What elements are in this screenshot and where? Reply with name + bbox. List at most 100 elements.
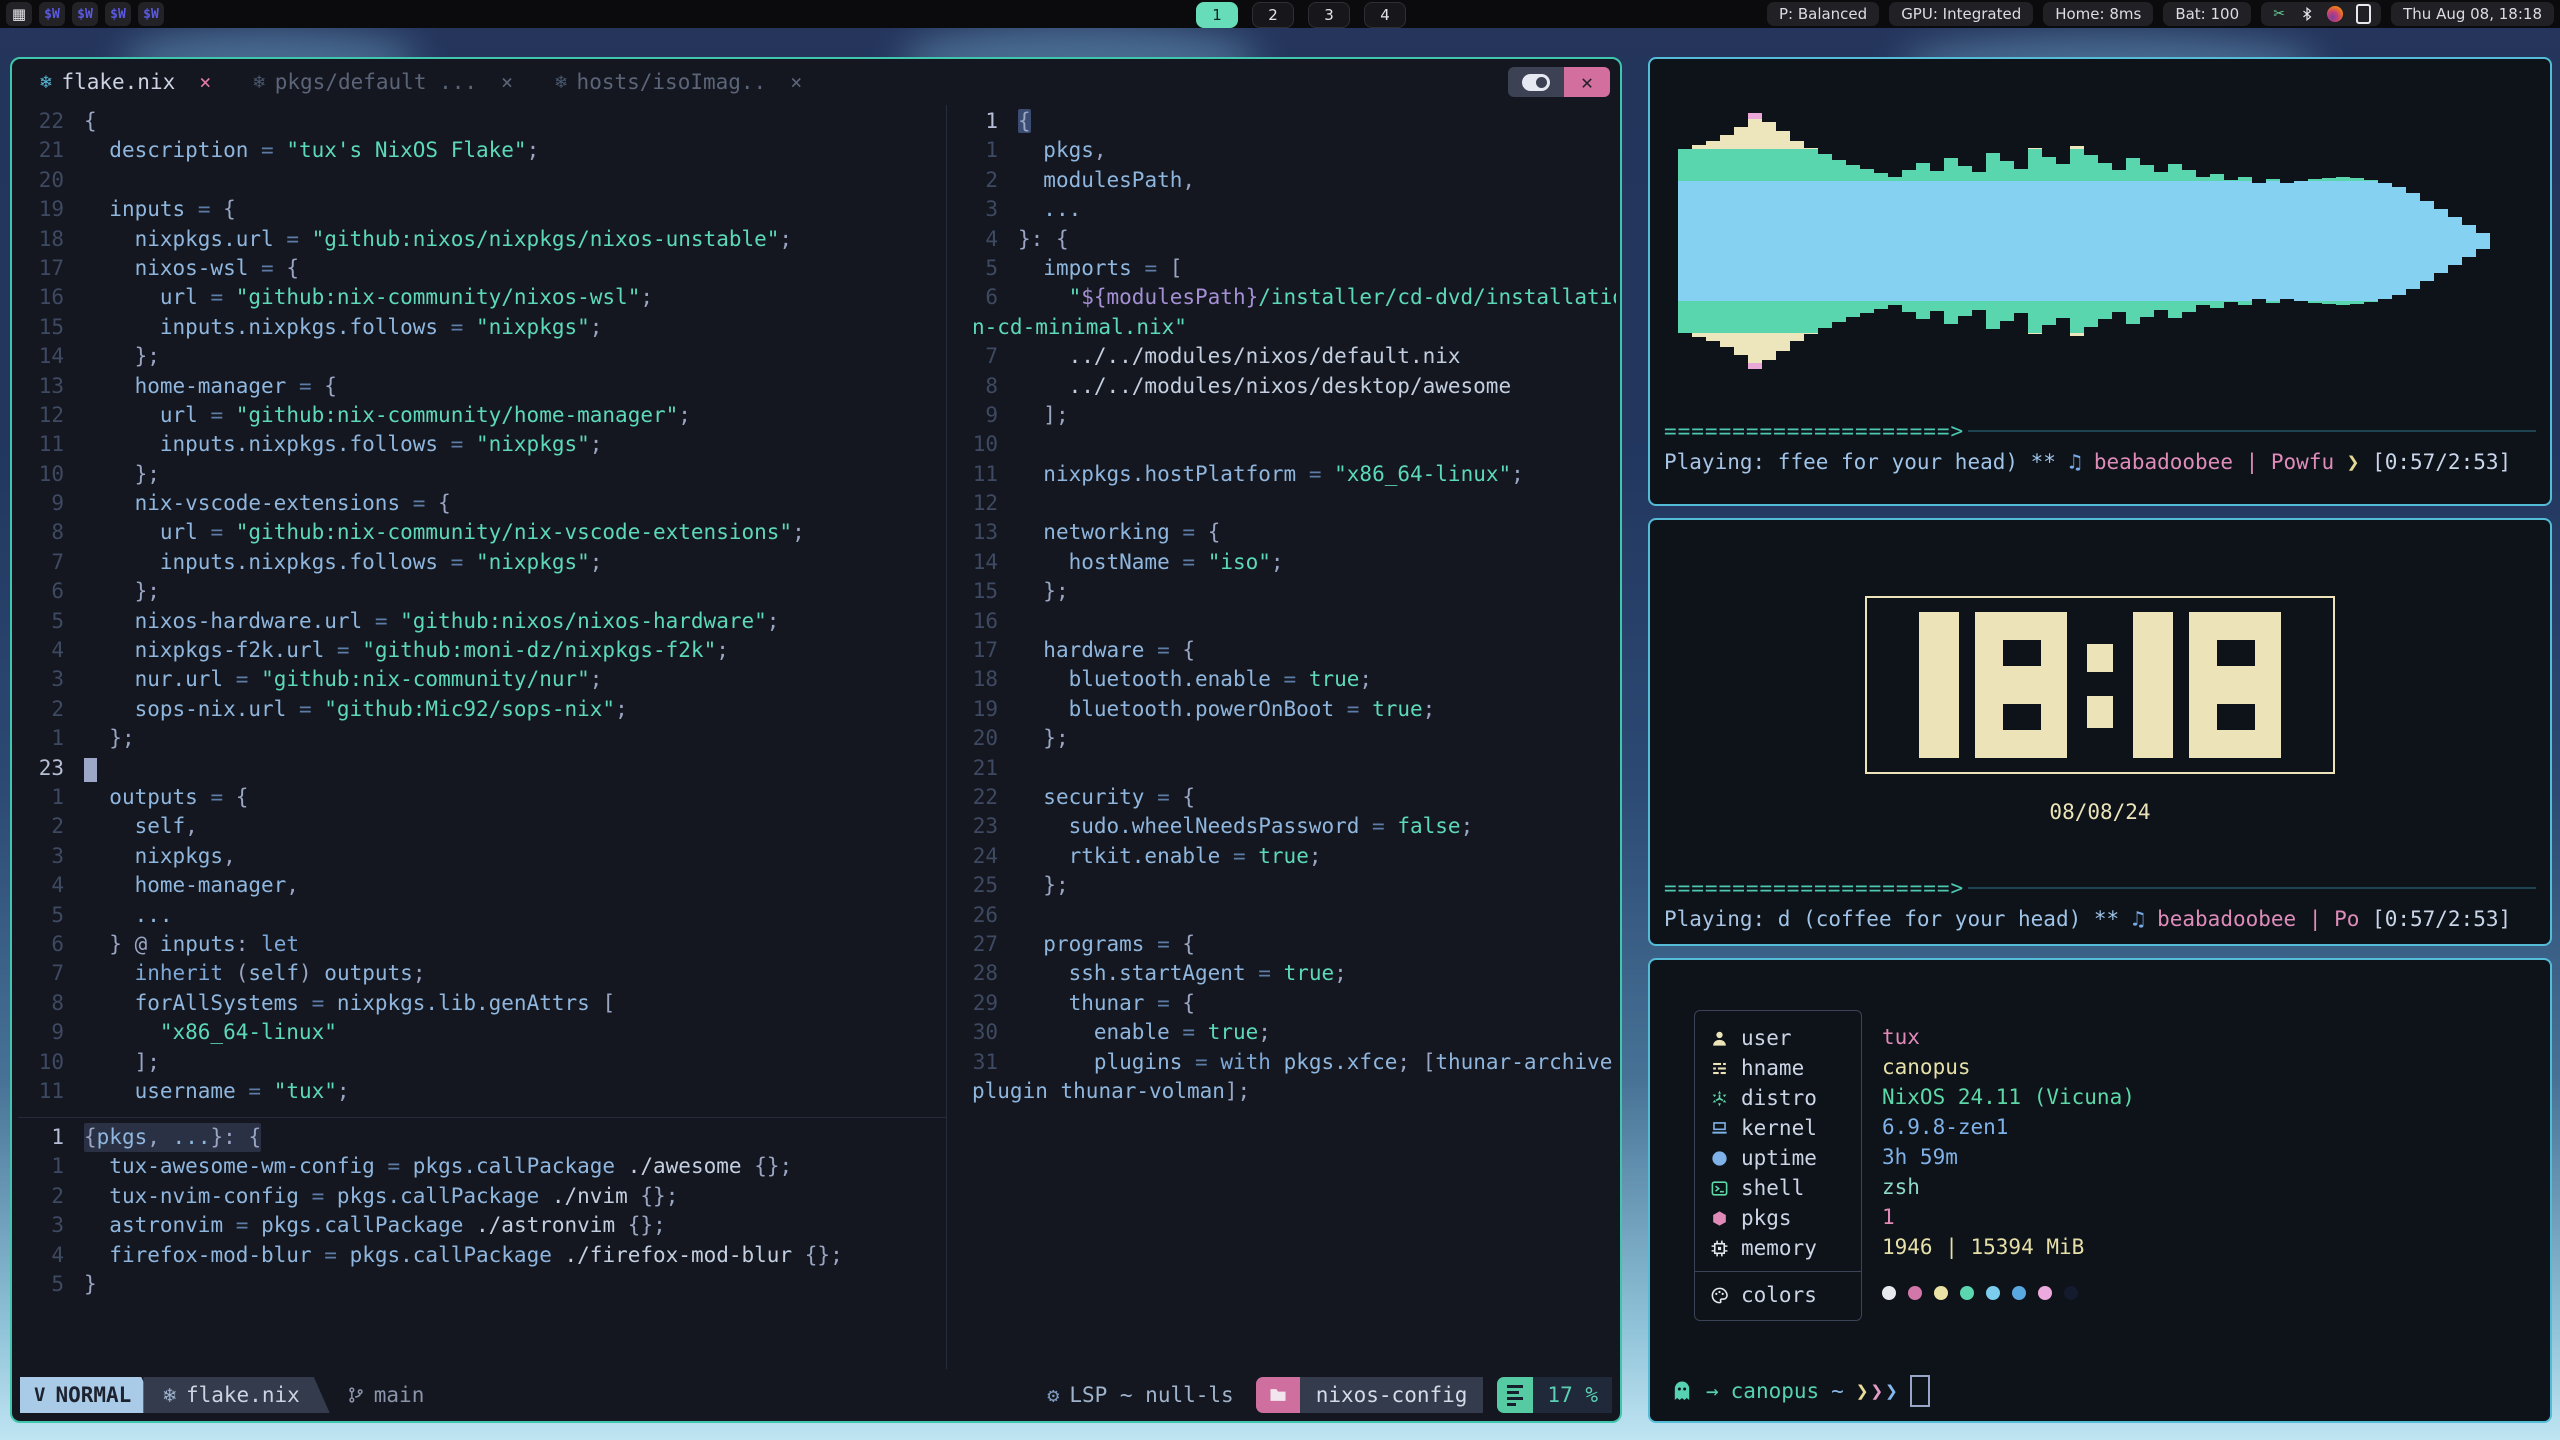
- statusline: V NORMAL ❄ flake.nix main ⚙ LSP ~ n: [20, 1377, 1612, 1413]
- code-line: 3 astronvim = pkgs.callPackage ./astronv…: [18, 1211, 942, 1240]
- fetch-label-colors: colors: [1695, 1280, 1861, 1310]
- code-line: 11 nixpkgs.hostPlatform = "x86_64-linux"…: [952, 460, 1616, 489]
- code-line: 18 nixpkgs.url = "github:nixos/nixpkgs/n…: [18, 225, 942, 254]
- player-progress-2: =====================>: [1664, 876, 2536, 900]
- code-line: 4}: {: [952, 225, 1616, 254]
- lines-icon: [1497, 1377, 1533, 1413]
- fetch-value-uptime: 3h 59m: [1882, 1142, 2135, 1172]
- window-toggle-button[interactable]: [1508, 67, 1564, 97]
- code-line: 10 ];: [18, 1048, 942, 1077]
- code-line: 6 } @ inputs: let: [18, 930, 942, 959]
- neovim-window: ❄flake.nix×❄pkgs/default ...×❄hosts/isoI…: [10, 57, 1622, 1423]
- tag-1[interactable]: 1: [1196, 2, 1238, 28]
- code-line: 3 nixpkgs,: [18, 842, 942, 871]
- tab-hosts-isoImag-[interactable]: ❄hosts/isoImag..×: [537, 66, 820, 98]
- ghost-icon: [1670, 1379, 1694, 1403]
- scroll-percent: 17 %: [1533, 1377, 1612, 1413]
- editor-area: 22{21 description = "tux's NixOS Flake";…: [18, 105, 1616, 1369]
- layout-badge[interactable]: $W: [39, 2, 65, 26]
- code-line: 11 inputs.nixpkgs.follows = "nixpkgs";: [18, 430, 942, 459]
- flake-nix-pane[interactable]: 22{21 description = "tux's NixOS Flake";…: [18, 107, 942, 1106]
- code-line: 4 home-manager,: [18, 871, 942, 900]
- system-tray[interactable]: ✂: [2261, 2, 2381, 26]
- now-playing-2: Playing: d (coffee for your head) ** ♫ b…: [1664, 907, 2536, 931]
- code-line: 6 };: [18, 577, 942, 606]
- fetch-label-kernel: kernel: [1695, 1113, 1861, 1143]
- code-line: 1{: [952, 107, 1616, 136]
- firefox-icon[interactable]: [2327, 6, 2343, 22]
- workspace-tags: 1234: [1196, 2, 1406, 28]
- terminal-color-dots: [1882, 1278, 2135, 1308]
- terminal-cursor: [1910, 1375, 1930, 1407]
- branch-icon: [346, 1385, 366, 1405]
- code-line: 4 nixpkgs-f2k.url = "github:moni-dz/nixp…: [18, 636, 942, 665]
- iso-image-pane[interactable]: 1{1 pkgs,2 modulesPath,3 ...4}: {5 impor…: [952, 107, 1616, 1106]
- code-line: 14 hostName = "iso";: [952, 548, 1616, 577]
- code-line: 9 "x86_64-linux": [18, 1018, 942, 1047]
- audio-visualizer: [1676, 73, 2524, 409]
- status-pill[interactable]: P: Balanced: [1767, 2, 1879, 26]
- code-line: 15 };: [952, 577, 1616, 606]
- code-line: 11 username = "tux";: [18, 1077, 942, 1106]
- horizontal-split-divider[interactable]: [18, 1117, 946, 1118]
- layout-badge[interactable]: $W: [105, 2, 131, 26]
- fetch-value-memory: 1946 | 15394 MiB: [1882, 1232, 2135, 1262]
- clock-pill[interactable]: Thu Aug 08, 18:18: [2391, 2, 2554, 26]
- palette-icon: [1709, 1285, 1729, 1305]
- code-line: 3 nur.url = "github:nix-community/nur";: [18, 665, 942, 694]
- nix-snowflake-icon: ❄: [253, 71, 264, 93]
- desktop: ▦ $W$W$W$W 1234 P: BalancedGPU: Integrat…: [0, 0, 2560, 1440]
- clock-digit: [2189, 612, 2281, 758]
- pkgs-default-pane[interactable]: 1{pkgs, ...}: {1 tux-awesome-wm-config =…: [18, 1123, 942, 1299]
- layout-badge[interactable]: $W: [138, 2, 164, 26]
- nix-snowflake-icon: ❄: [163, 1383, 176, 1407]
- fetch-values: tuxcanopusNixOS 24.11 (Vicuna)6.9.8-zen1…: [1882, 1010, 2135, 1308]
- tab-pkgs-default-[interactable]: ❄pkgs/default ...×: [235, 66, 531, 98]
- scissors-icon[interactable]: ✂: [2271, 6, 2287, 22]
- code-line: 7 inherit (self) outputs;: [18, 959, 942, 988]
- mode-label: NORMAL: [55, 1383, 131, 1407]
- distro-icon: [1709, 1088, 1729, 1108]
- prompt-host: canopus: [1731, 1379, 1820, 1403]
- code-line: 28 ssh.startAgent = true;: [952, 959, 1616, 988]
- code-line: 27 programs = {: [952, 930, 1616, 959]
- fetch-value-user: tux: [1882, 1022, 2135, 1052]
- code-line: 10: [952, 430, 1616, 459]
- code-line: 5 imports = [: [952, 254, 1616, 283]
- code-line: 16 url = "github:nix-community/nixos-wsl…: [18, 283, 942, 312]
- tab-flake-nix[interactable]: ❄flake.nix×: [22, 66, 229, 98]
- code-line: 13 home-manager = {: [18, 372, 942, 401]
- uptime-icon: [1709, 1148, 1729, 1168]
- fetch-label-distro: distro: [1695, 1083, 1861, 1113]
- user-icon: [1709, 1028, 1729, 1048]
- close-icon[interactable]: ×: [199, 70, 211, 94]
- code-line: 18 bluetooth.enable = true;: [952, 665, 1616, 694]
- code-line: 12 url = "github:nix-community/home-mana…: [18, 401, 942, 430]
- clock-digit: [2133, 612, 2173, 758]
- code-line: 13 networking = {: [952, 518, 1616, 547]
- code-line: 15 inputs.nixpkgs.follows = "nixpkgs";: [18, 313, 942, 342]
- close-icon[interactable]: ×: [501, 70, 513, 94]
- code-line: 2 self,: [18, 812, 942, 841]
- phone-icon[interactable]: [2355, 6, 2371, 22]
- tag-3[interactable]: 3: [1308, 2, 1350, 28]
- code-line: 17 hardware = {: [952, 636, 1616, 665]
- shell-prompt[interactable]: →canopus~❯❯❯: [1670, 1375, 1930, 1407]
- code-line: 1 outputs = {: [18, 783, 942, 812]
- code-line: 12: [952, 489, 1616, 518]
- fetch-value-hname: canopus: [1882, 1052, 2135, 1082]
- vertical-split-divider[interactable]: [946, 105, 947, 1369]
- tag-4[interactable]: 4: [1364, 2, 1406, 28]
- status-pill[interactable]: GPU: Integrated: [1889, 2, 2033, 26]
- mode-segment: V NORMAL: [20, 1377, 157, 1413]
- close-icon[interactable]: ×: [790, 70, 802, 94]
- tag-2[interactable]: 2: [1252, 2, 1294, 28]
- status-pill[interactable]: Bat: 100: [2163, 2, 2251, 26]
- code-line: 1 tux-awesome-wm-config = pkgs.callPacka…: [18, 1152, 942, 1181]
- window-close-button[interactable]: ✕: [1564, 67, 1610, 97]
- launcher-icon[interactable]: ▦: [6, 2, 32, 26]
- layout-badge[interactable]: $W: [72, 2, 98, 26]
- shell-icon: [1709, 1178, 1729, 1198]
- status-pill[interactable]: Home: 8ms: [2043, 2, 2153, 26]
- bluetooth-icon[interactable]: [2299, 6, 2315, 22]
